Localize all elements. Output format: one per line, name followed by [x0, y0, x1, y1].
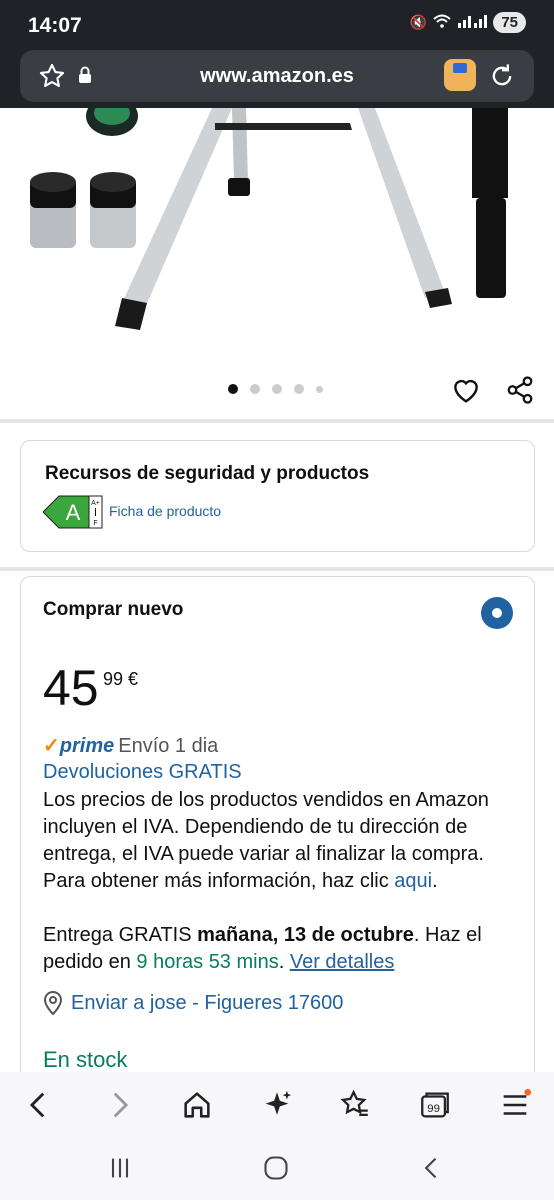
- browser-bottom-toolbar: 99: [0, 1072, 554, 1136]
- safety-resources-card: Recursos de seguridad y productos A A+ F…: [20, 440, 535, 552]
- signal-icon: [457, 14, 488, 31]
- vat-end: .: [432, 870, 438, 892]
- price-whole: 45: [43, 660, 99, 716]
- status-time: 14:07: [28, 14, 82, 37]
- safety-title: Recursos de seguridad y productos: [45, 463, 370, 484]
- product-image[interactable]: [0, 108, 554, 418]
- buy-new-radio[interactable]: [481, 597, 513, 629]
- delivery-sep: .: [278, 951, 290, 973]
- share-icon[interactable]: [505, 374, 535, 411]
- ship-to-row[interactable]: Enviar a jose - Figueres 17600: [43, 991, 343, 1015]
- back-icon[interactable]: [22, 1088, 56, 1122]
- svg-text:99: 99: [427, 1103, 440, 1115]
- reload-icon[interactable]: [488, 62, 516, 95]
- system-navigation-bar: [0, 1136, 554, 1200]
- mute-icon: 🔇: [409, 14, 428, 30]
- gallery-pagination[interactable]: [228, 384, 323, 394]
- system-home-icon[interactable]: [262, 1154, 290, 1187]
- bookmarks-icon[interactable]: [338, 1088, 372, 1122]
- energy-class-text: A: [66, 500, 81, 525]
- prime-shipping: Envío 1 dia: [118, 735, 219, 757]
- stock-status: En stock: [43, 1047, 128, 1072]
- free-returns-link[interactable]: Devoluciones GRATIS: [43, 761, 242, 784]
- product-sheet-link[interactable]: Ficha de producto: [109, 503, 221, 519]
- ship-to-text[interactable]: Enviar a jose - Figueres 17600: [71, 992, 343, 1015]
- recent-apps-icon[interactable]: [106, 1154, 134, 1187]
- gallery-dot[interactable]: [294, 384, 304, 394]
- gallery-dot[interactable]: [250, 384, 260, 394]
- forward-icon[interactable]: [102, 1088, 136, 1122]
- delivery-date: mañana, 13 de octubre: [197, 924, 414, 946]
- sparkle-icon[interactable]: [260, 1088, 294, 1122]
- status-icons: 🔇 75: [410, 12, 526, 33]
- divider: [0, 419, 554, 423]
- tabs-icon[interactable]: 99: [418, 1088, 452, 1122]
- battery-indicator: 75: [493, 12, 526, 33]
- energy-scale-bottom: F: [93, 520, 97, 527]
- gallery-dot[interactable]: [228, 384, 238, 394]
- prime-row: ✓ prime Envío 1 dia: [43, 733, 218, 758]
- buy-new-card: Comprar nuevo 45 99 € ✓ prime Envío 1 di…: [20, 576, 535, 1096]
- location-pin-icon: [43, 991, 63, 1015]
- buy-new-title: Comprar nuevo: [43, 599, 184, 620]
- extension-icon[interactable]: [444, 59, 476, 91]
- divider: [0, 567, 554, 571]
- energy-scale-top: A+: [91, 500, 100, 507]
- browser-top-bar: 14:07 🔇 75 www.amazon.es: [0, 0, 554, 108]
- gallery-dot[interactable]: [316, 385, 323, 393]
- delivery-paragraph: Entrega GRATIS mañana, 13 de octubre. Ha…: [43, 922, 523, 976]
- prime-check-icon: ✓: [43, 735, 60, 757]
- energy-label-badge[interactable]: A A+ F: [42, 495, 103, 534]
- delivery-countdown: 9 horas 53 mins: [136, 951, 279, 973]
- price-fraction: 99 €: [103, 669, 139, 689]
- menu-icon[interactable]: [498, 1088, 532, 1122]
- home-icon[interactable]: [180, 1088, 214, 1122]
- gallery-dot[interactable]: [272, 384, 282, 394]
- url-bar[interactable]: www.amazon.es: [20, 50, 534, 102]
- wishlist-heart-icon[interactable]: [450, 374, 482, 411]
- system-back-icon[interactable]: [418, 1154, 446, 1187]
- telescope-image: [30, 108, 508, 330]
- delivery-details-link[interactable]: Ver detalles: [290, 951, 395, 973]
- delivery-prefix: Entrega GRATIS: [43, 924, 198, 946]
- prime-logo: prime: [59, 735, 115, 757]
- vat-more-link[interactable]: aqui: [394, 870, 432, 892]
- vat-paragraph: Los precios de los productos vendidos en…: [43, 787, 523, 895]
- wifi-icon: [433, 14, 451, 31]
